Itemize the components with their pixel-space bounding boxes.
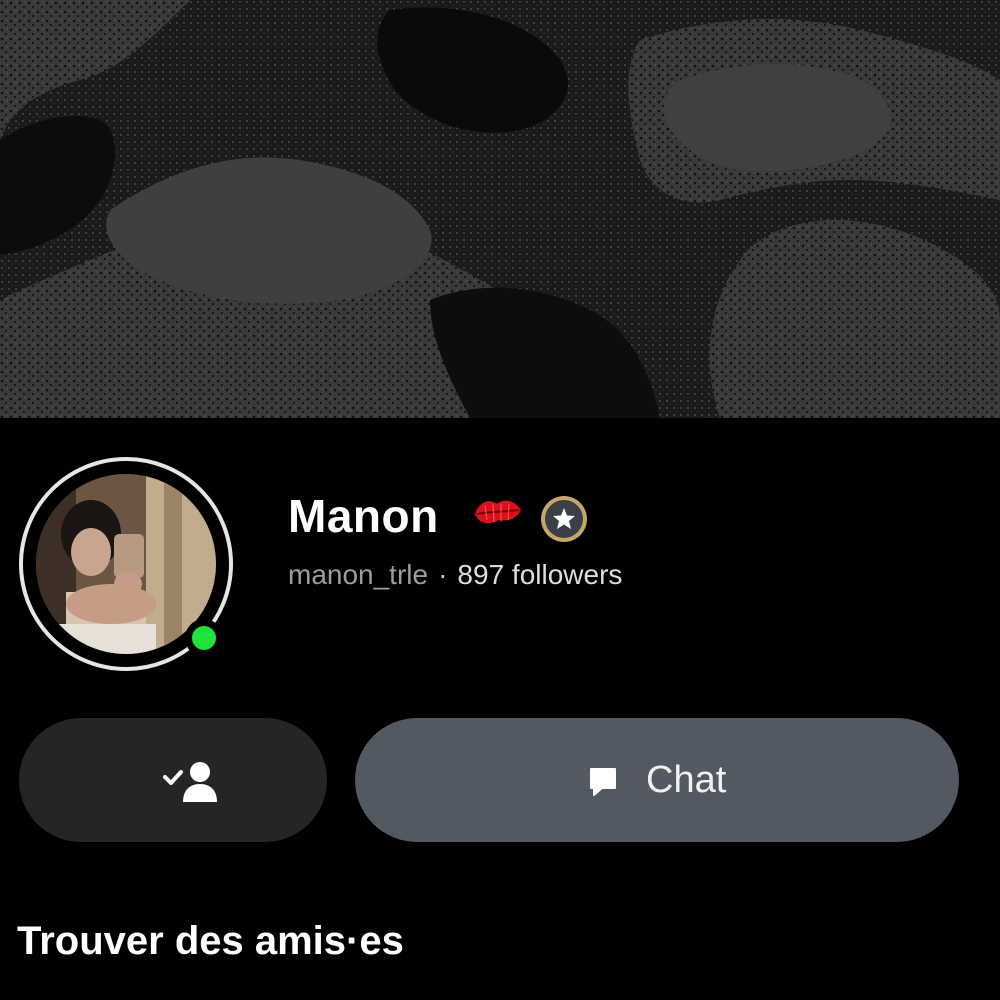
online-status-indicator: [185, 619, 223, 657]
chat-button-label: Chat: [646, 759, 727, 801]
chat-button[interactable]: Chat: [355, 718, 959, 842]
chat-bubble-icon: [590, 768, 616, 796]
kiss-mark-icon: [475, 500, 521, 524]
profile-display-name: Manon: [288, 490, 439, 542]
friend-added-icon: [163, 762, 217, 802]
profile-banner-image: [0, 0, 1000, 418]
profile-username: manon_trle: [288, 559, 429, 590]
profile-subline: manon_trle · 897 followers: [288, 557, 622, 593]
followers-count[interactable]: 897 followers: [457, 559, 622, 590]
star-badge-icon: [541, 496, 587, 542]
separator-dot: ·: [438, 559, 448, 590]
find-friends-heading: Trouver des amis·es: [17, 919, 404, 963]
friend-added-button[interactable]: [19, 718, 327, 842]
